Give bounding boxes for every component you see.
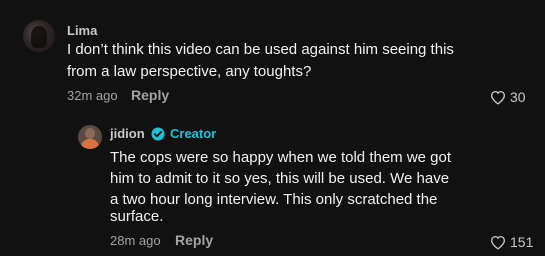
reply-line-2: him to admit to it so yes, this will be … — [110, 170, 450, 187]
comment-timestamp: 32m ago — [67, 88, 118, 103]
reply-button[interactable]: Reply — [131, 87, 169, 103]
like-count: 30 — [510, 89, 526, 105]
reply-avatar[interactable] — [78, 125, 102, 149]
creator-badge: Creator — [151, 126, 216, 141]
avatar-photo — [31, 26, 47, 48]
reply-line-4: surface. — [110, 208, 164, 225]
reply-timestamp: 28m ago — [110, 233, 161, 248]
reply-line-1: The cops were so happy when we told them… — [110, 149, 452, 166]
creator-label: Creator — [170, 126, 217, 141]
heart-outline-icon — [490, 90, 506, 105]
like-button[interactable]: 30 — [490, 89, 526, 105]
comment-username[interactable]: Lima — [67, 23, 97, 38]
reply-like-count: 151 — [510, 234, 534, 250]
reply-like-button[interactable]: 151 — [490, 234, 533, 250]
comment-line-2: from a law perspective, any toughts? — [67, 63, 312, 80]
reply-username[interactable]: jidion — [110, 126, 145, 141]
verified-check-icon — [151, 127, 165, 140]
heart-outline-icon — [490, 235, 506, 250]
reply-reply-button[interactable]: Reply — [175, 232, 213, 248]
avatar-head — [85, 128, 95, 139]
comment-line-1: I don’t think this video can be used aga… — [67, 41, 454, 58]
avatar[interactable] — [23, 20, 55, 52]
avatar-body — [81, 139, 99, 149]
